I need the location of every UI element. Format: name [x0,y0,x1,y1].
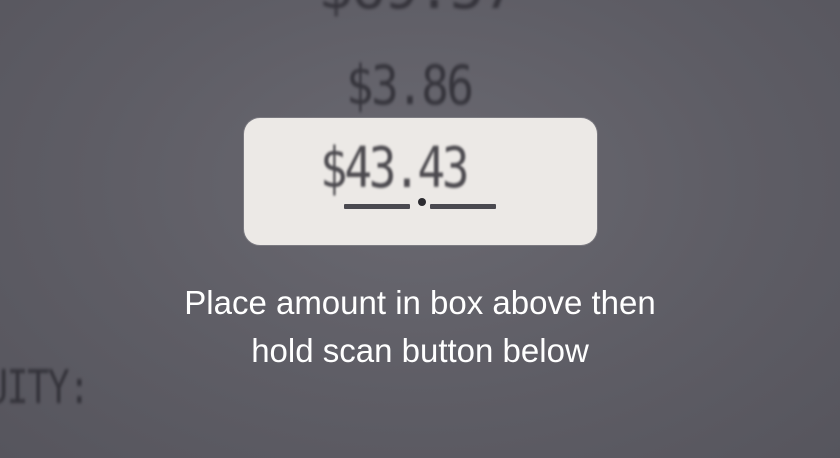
instruction-line-1: Place amount in box above then [184,284,656,321]
scan-instructions: Place amount in box above then hold scan… [0,279,840,375]
instruction-line-2: hold scan button below [251,332,589,369]
dollars-underline [344,204,410,209]
scanned-amount: $43.43 [320,136,469,201]
decimal-point-marker [418,198,426,206]
camera-preview: $69.57 $3.86 UITY: $43.43 Place amount i… [0,0,840,458]
cents-underline [430,204,496,209]
scan-target-box: $43.43 [244,118,597,245]
receipt-line-total: $69.57 [318,0,518,22]
receipt-line-tax: $3.86 [346,54,474,117]
